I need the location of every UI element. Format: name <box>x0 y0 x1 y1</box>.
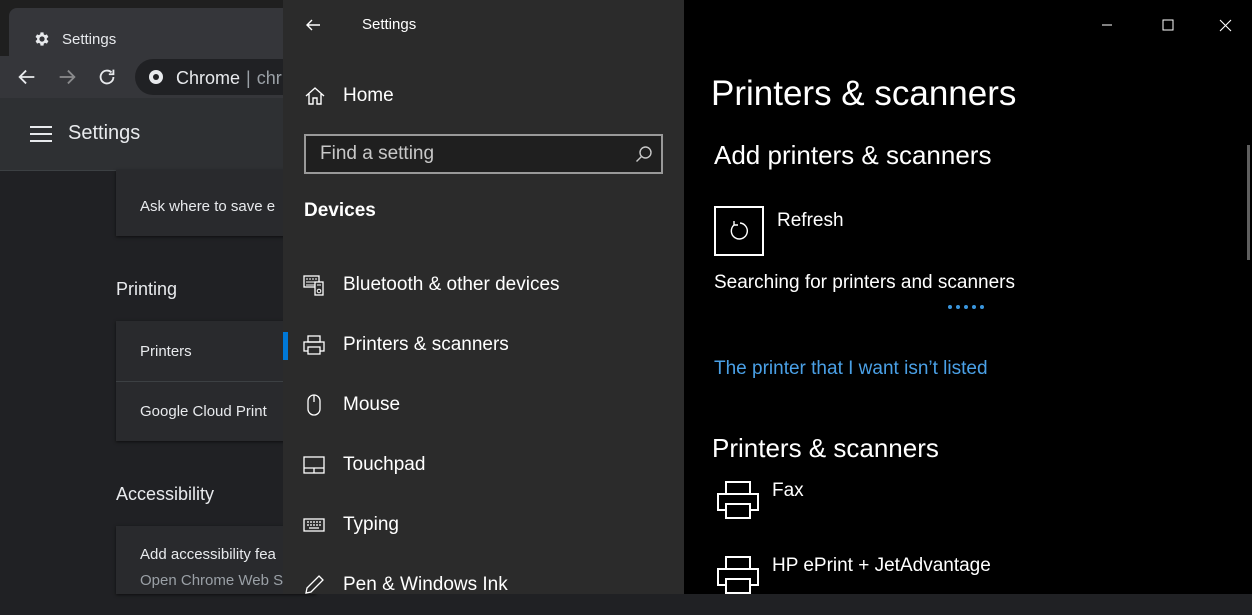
close-icon <box>1219 19 1232 32</box>
nav-item-label: Typing <box>343 514 399 535</box>
pen-icon <box>303 574 325 596</box>
search-icon[interactable] <box>635 145 653 163</box>
refresh-label[interactable]: Refresh <box>777 210 844 232</box>
nav-item-bluetooth[interactable]: Bluetooth & other devices <box>283 264 684 308</box>
searching-status: Searching for printers and scanners <box>714 272 1015 293</box>
home-icon <box>304 85 326 107</box>
maximize-button[interactable] <box>1145 10 1191 40</box>
windows-settings-window: Settings Home Devices Bluetooth & other … <box>283 0 1252 595</box>
bluetooth-devices-icon <box>303 274 325 296</box>
selection-indicator <box>283 332 288 360</box>
printer-name: Fax <box>772 480 804 501</box>
devices-section-title: Devices <box>304 200 376 221</box>
find-setting-box <box>304 134 663 174</box>
nav-item-pen-ink[interactable]: Pen & Windows Ink <box>283 564 684 608</box>
refresh-button[interactable] <box>714 206 774 266</box>
find-setting-input[interactable] <box>306 136 616 172</box>
nav-item-label: Mouse <box>343 394 401 415</box>
chrome-printers-item[interactable]: Printers <box>140 343 192 360</box>
maximize-icon <box>1162 19 1174 31</box>
printer-item-fax[interactable]: Fax <box>712 480 1212 540</box>
progress-dot <box>948 305 952 309</box>
printer-icon <box>716 555 760 597</box>
progress-dots <box>948 305 984 309</box>
chrome-tab-settings[interactable]: Settings <box>9 8 299 56</box>
omnibox-site: Chrome <box>176 68 241 88</box>
nav-item-touchpad[interactable]: Touchpad <box>283 444 684 488</box>
printer-not-listed-link[interactable]: The printer that I want isn’t listed <box>714 358 988 380</box>
keyboard-icon <box>303 514 325 536</box>
omnibox-url: chr <box>256 68 282 88</box>
printer-icon <box>716 480 760 522</box>
chrome-tab-title: Settings <box>62 31 117 48</box>
page-title: Printers & scanners <box>711 74 1017 113</box>
refresh-icon <box>728 220 750 242</box>
printing-section-title: Printing <box>116 279 178 299</box>
back-arrow-icon[interactable] <box>16 66 38 88</box>
nav-item-label: Printers & scanners <box>343 334 509 355</box>
chrome-logo-icon <box>148 69 164 85</box>
back-arrow-icon[interactable] <box>304 16 322 34</box>
close-button[interactable] <box>1202 10 1248 40</box>
window-title: Settings <box>362 16 417 33</box>
nav-item-label: Pen & Windows Ink <box>343 574 508 595</box>
gear-icon <box>33 30 51 48</box>
omnibox-text: Chrome | chr <box>176 68 282 89</box>
open-chrome-web-store: Open Chrome Web S <box>140 572 284 589</box>
mouse-icon <box>303 394 325 416</box>
add-printers-heading: Add printers & scanners <box>714 140 992 170</box>
accessibility-section-title: Accessibility <box>116 484 215 504</box>
refresh-tile <box>714 206 764 256</box>
nav-item-mouse[interactable]: Mouse <box>283 384 684 428</box>
printer-icon <box>303 334 325 356</box>
progress-dot <box>956 305 960 309</box>
nav-item-label: Bluetooth & other devices <box>343 274 560 295</box>
google-cloud-print-item[interactable]: Google Cloud Print <box>140 403 267 420</box>
touchpad-icon <box>303 454 325 476</box>
minimize-button[interactable] <box>1084 10 1130 40</box>
ask-where-to-save[interactable]: Ask where to save e <box>140 198 275 215</box>
nav-item-printers-scanners[interactable]: Printers & scanners <box>283 324 684 368</box>
progress-dot <box>980 305 984 309</box>
nav-home[interactable]: Home <box>283 78 684 114</box>
printer-name: HP ePrint + JetAdvantage <box>772 555 991 576</box>
home-label: Home <box>343 85 394 106</box>
settings-content-pane: Printers & scanners Add printers & scann… <box>684 0 1252 594</box>
progress-dot <box>964 305 968 309</box>
progress-dot <box>972 305 976 309</box>
content-scrollbar[interactable] <box>1247 145 1250 260</box>
add-accessibility-features: Add accessibility fea <box>140 546 276 563</box>
settings-nav-pane: Settings Home Devices Bluetooth & other … <box>283 0 684 595</box>
omnibox-separator: | <box>246 68 251 88</box>
reload-icon[interactable] <box>96 66 118 88</box>
printers-list-heading: Printers & scanners <box>712 433 939 463</box>
chrome-settings-title: Settings <box>68 122 141 144</box>
minimize-icon <box>1101 19 1113 31</box>
nav-item-typing[interactable]: Typing <box>283 504 684 548</box>
printer-item-hp-eprint[interactable]: HP ePrint + JetAdvantage <box>712 555 1212 615</box>
nav-item-label: Touchpad <box>343 454 426 475</box>
forward-arrow-icon[interactable] <box>56 66 78 88</box>
hamburger-menu-icon[interactable] <box>30 125 52 143</box>
